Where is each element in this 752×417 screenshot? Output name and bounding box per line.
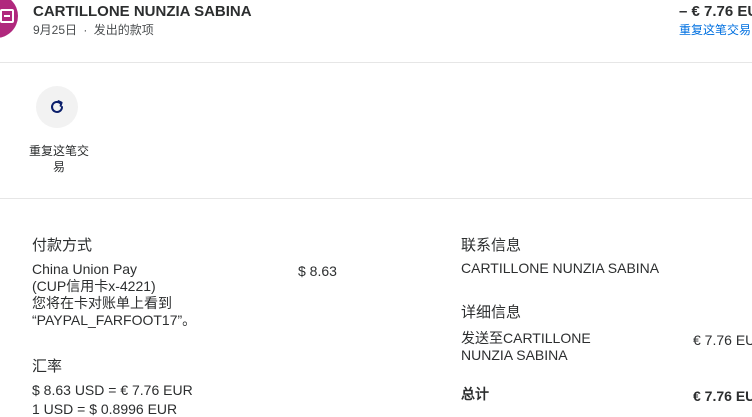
payment-method-heading: 付款方式 (32, 237, 93, 254)
merchant-name: CARTILLONE NUNZIA SABINA (33, 3, 252, 20)
transaction-amount: – € 7.76 EUR (679, 3, 752, 20)
details-heading: 详细信息 (461, 304, 522, 321)
total-label: 总计 (461, 386, 489, 402)
divider (0, 198, 752, 199)
refresh-icon (51, 100, 63, 113)
divider (0, 62, 752, 63)
total-amount: € 7.76 EUR (693, 388, 752, 404)
payment-method-line: (CUP信用卡x-4221) (32, 278, 156, 294)
exchange-conversion: $ 8.63 USD = € 7.76 EUR (32, 382, 193, 398)
merchant-avatar (0, 0, 18, 38)
payment-method-line: China Union Pay (32, 261, 138, 277)
contact-name: CARTILLONE NUNZIA SABINA (461, 260, 660, 276)
transaction-date: 9月25日 (33, 23, 78, 37)
repeat-transaction-label: 重复这笔交易 (28, 144, 89, 174)
sent-to-line: 发送至CARTILLONE (461, 330, 591, 346)
exchange-rate: 1 USD = $ 0.8996 EUR (32, 401, 178, 417)
sent-to-line: NUNZIA SABINA (461, 347, 568, 363)
separator-dot: · (83, 23, 88, 37)
contact-info-heading: 联系信息 (461, 237, 522, 254)
payment-amount: $ 8.63 (298, 263, 337, 279)
store-icon (0, 9, 14, 23)
repeat-transaction-button[interactable] (36, 86, 78, 128)
exchange-rate-heading: 汇率 (32, 358, 63, 375)
transaction-subline: 9月25日 · 发出的款项 (33, 21, 154, 38)
statement-note-line: 您将在卡对账单上看到 (32, 295, 172, 311)
repeat-transaction-link[interactable]: 重复这笔交易 (679, 21, 751, 38)
sent-amount: € 7.76 EUR (693, 332, 752, 348)
statement-descriptor: “PAYPAL_FARFOOT17”。 (32, 312, 197, 328)
transaction-type: 发出的款项 (93, 23, 154, 37)
